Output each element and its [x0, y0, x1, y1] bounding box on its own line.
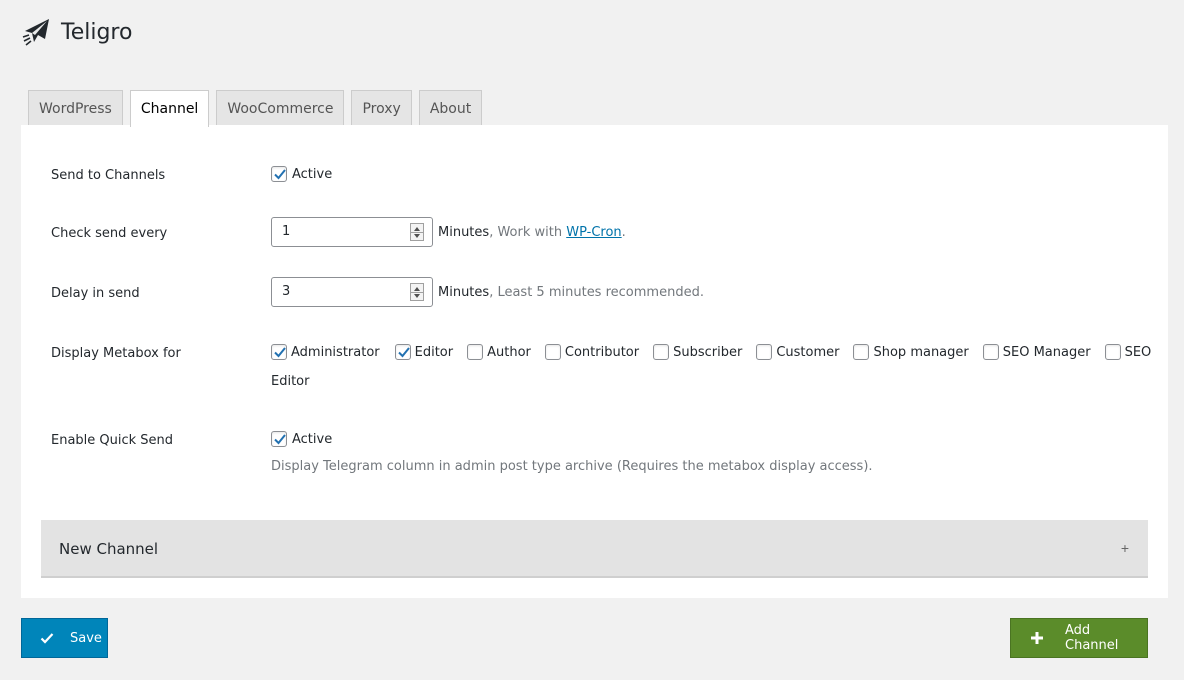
- role-subscriber-checkbox[interactable]: [653, 344, 670, 360]
- role-seo-editor-label-wrap: Editor: [271, 374, 310, 389]
- enable-quick-send-label: Enable Quick Send: [51, 433, 174, 448]
- role-customer-checkbox[interactable]: [756, 344, 773, 360]
- role-shop-manager-label: Shop manager: [873, 344, 969, 360]
- checkmark-icon: [274, 347, 286, 358]
- delay-in-send-input[interactable]: 3: [271, 277, 433, 307]
- add-channel-button[interactable]: Add Channel: [1010, 618, 1148, 658]
- check-send-every-label: Check send every: [51, 226, 168, 241]
- role-contributor-checkbox[interactable]: [544, 344, 561, 360]
- check-send-every-unit: Minutes: [438, 224, 490, 240]
- paper-plane-icon: [22, 18, 50, 46]
- tab-proxy[interactable]: Proxy: [351, 90, 412, 126]
- checkmark-icon: [274, 169, 286, 180]
- checkmark-icon: [397, 347, 410, 358]
- number-spinner[interactable]: [410, 283, 424, 301]
- check-send-every-input[interactable]: 1: [271, 217, 433, 247]
- delay-in-send-value: 3: [282, 284, 291, 299]
- checkmark-icon: [274, 434, 286, 445]
- wp-cron-link[interactable]: WP-Cron: [566, 225, 621, 240]
- tab-channel[interactable]: Channel: [129, 90, 210, 127]
- new-channel-accordion[interactable]: New Channel +: [41, 520, 1148, 578]
- role-seo-manager-checkbox[interactable]: [982, 344, 999, 360]
- role-seo-editor-checkbox[interactable]: [1104, 344, 1121, 360]
- role-author-checkbox[interactable]: [467, 344, 484, 360]
- role-subscriber-label: Subscriber: [673, 344, 743, 360]
- check-send-every-note: , Work with: [489, 224, 567, 240]
- check-send-every-value: 1: [282, 224, 291, 239]
- role-editor-label: Editor: [414, 344, 454, 360]
- enable-quick-send-description: Display Telegram column in admin post ty…: [271, 459, 873, 474]
- save-button[interactable]: Save: [21, 618, 108, 658]
- enable-quick-send-checkbox[interactable]: [271, 431, 287, 447]
- new-channel-title: New Channel: [59, 540, 159, 558]
- tab-wordpress[interactable]: WordPress: [28, 90, 123, 126]
- role-customer-label: Customer: [776, 344, 840, 360]
- expand-plus-icon[interactable]: +: [1121, 540, 1129, 556]
- check-icon: [40, 631, 54, 645]
- role-author-label: Author: [487, 344, 531, 360]
- app-title: Teligro: [61, 19, 133, 45]
- role-administrator-checkbox[interactable]: [271, 344, 287, 360]
- role-seo-manager-label: SEO Manager: [1002, 344, 1091, 360]
- plus-icon: [1030, 631, 1044, 645]
- role-seo-editor-label: SEO: [1124, 344, 1152, 360]
- role-administrator-label: Administrator: [291, 344, 380, 360]
- tab-about[interactable]: About: [418, 90, 483, 126]
- app-header: Teligro: [22, 17, 132, 47]
- channel-settings-panel: Send to Channels Active Check send every…: [21, 125, 1168, 598]
- settings-tabs: WordPress Channel WooCommerce Proxy Abou…: [28, 90, 489, 127]
- tab-woocommerce[interactable]: WooCommerce: [216, 90, 345, 126]
- delay-in-send-note: , Least 5 minutes recommended.: [489, 284, 704, 300]
- send-to-channels-label: Send to Channels: [51, 168, 166, 183]
- send-to-channels-active-label: Active: [292, 166, 333, 182]
- role-editor-checkbox[interactable]: [394, 344, 411, 360]
- role-shop-manager-checkbox[interactable]: [853, 344, 870, 360]
- check-send-every-note-end: .: [621, 224, 626, 240]
- delay-in-send-label: Delay in send: [51, 286, 140, 301]
- enable-quick-send-active-label: Active: [292, 431, 333, 447]
- add-channel-button-label: Add Channel: [1065, 623, 1119, 653]
- save-button-label: Save: [70, 630, 102, 646]
- role-contributor-label: Contributor: [564, 344, 640, 360]
- send-to-channels-checkbox[interactable]: [271, 166, 287, 182]
- number-spinner[interactable]: [410, 223, 424, 241]
- delay-in-send-unit: Minutes: [438, 284, 490, 300]
- display-metabox-label: Display Metabox for: [51, 346, 181, 361]
